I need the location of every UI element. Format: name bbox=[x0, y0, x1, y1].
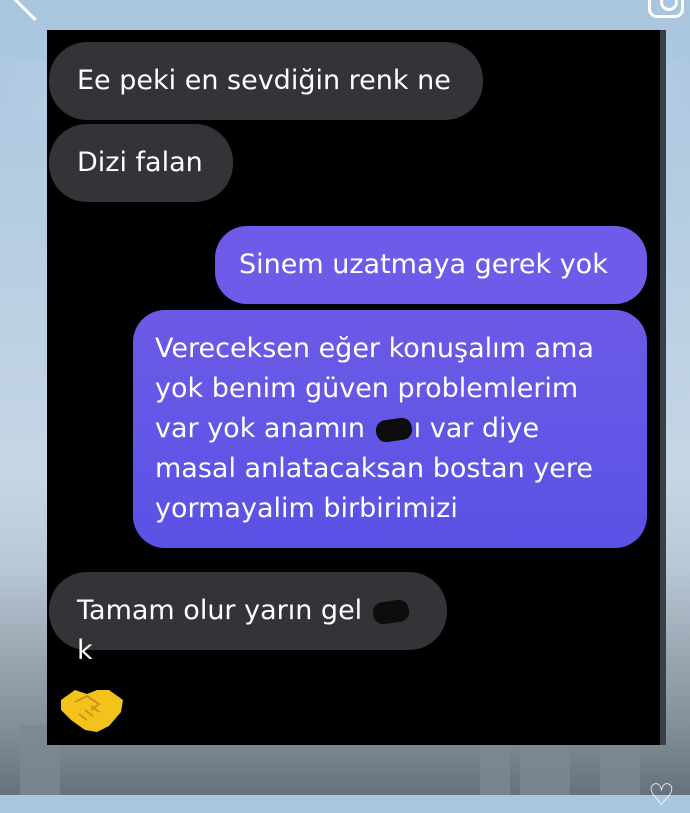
message-line: masal anlatacaksan bostan yere bbox=[155, 453, 593, 484]
message-text: Dizi falan bbox=[77, 147, 203, 178]
message-text: Sinem uzatmaya gerek yok bbox=[239, 249, 608, 280]
message-text: Tamam olur yarın gel bbox=[77, 595, 371, 626]
chat-screenshot: Ee peki en sevdiğin renk ne Dizi falan S… bbox=[47, 30, 660, 745]
message-line: var yok anamın ı var diye bbox=[155, 413, 540, 444]
instagram-icon[interactable] bbox=[648, 0, 684, 18]
outgoing-message-2: Vereceksen eğer konuşalım ama yok benim … bbox=[133, 310, 647, 548]
outgoing-message-1: Sinem uzatmaya gerek yok bbox=[215, 226, 647, 304]
message-text-tail: k bbox=[77, 635, 93, 666]
redaction-scribble-icon bbox=[371, 598, 411, 625]
redaction-scribble-icon bbox=[374, 416, 413, 443]
incoming-message-2: Dizi falan bbox=[49, 124, 233, 202]
incoming-message-1: Ee peki en sevdiğin renk ne bbox=[49, 42, 483, 120]
back-chevron-icon[interactable] bbox=[13, 0, 56, 22]
message-line: yok benim güven problemlerim bbox=[155, 373, 579, 404]
screen-edge bbox=[660, 30, 666, 745]
handshake-icon bbox=[61, 690, 123, 732]
message-line: Vereceksen eğer konuşalım ama bbox=[155, 333, 594, 364]
incoming-message-3: Tamam olur yarın gel k bbox=[49, 572, 447, 666]
heart-icon[interactable]: ♡ bbox=[648, 781, 678, 811]
message-line: yormayalim birbirimizi bbox=[155, 493, 458, 524]
message-text: Ee peki en sevdiğin renk ne bbox=[77, 65, 451, 96]
